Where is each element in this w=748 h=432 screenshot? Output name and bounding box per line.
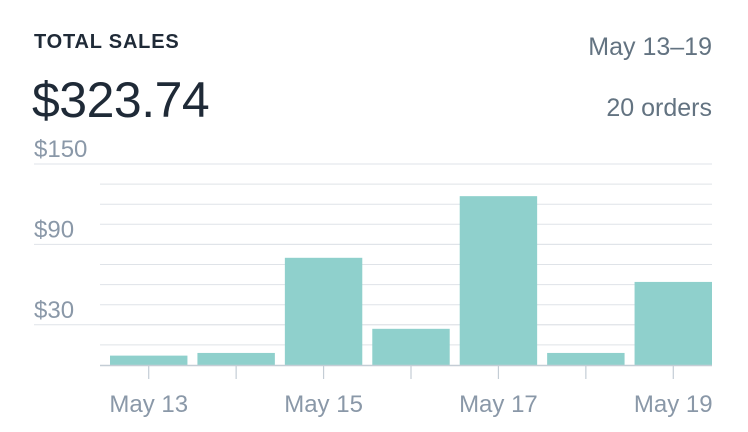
- bar-may-17: [459, 196, 538, 365]
- bar-may-16: [372, 328, 450, 365]
- bar-may-19: [634, 281, 712, 365]
- bar-may-13: [110, 355, 188, 365]
- bar-may-18: [547, 352, 625, 365]
- sales-bar-chart: $30 $90 $150 May 13 May 15 May 17 May 19: [34, 136, 713, 418]
- y-tick-label: $30: [34, 297, 74, 324]
- x-tick-label: May 17: [459, 391, 538, 418]
- bar-may-14: [197, 352, 275, 365]
- x-tick-label: May 19: [634, 391, 713, 418]
- y-tick-label: $90: [34, 216, 74, 243]
- x-tick-label: May 13: [109, 391, 188, 418]
- y-tick-label: $150: [34, 136, 87, 163]
- bar-may-15: [284, 257, 363, 365]
- x-tick-label: May 15: [284, 391, 363, 418]
- total-sales-card: TOTAL SALES $323.74 May 13–19 20 orders …: [0, 0, 748, 432]
